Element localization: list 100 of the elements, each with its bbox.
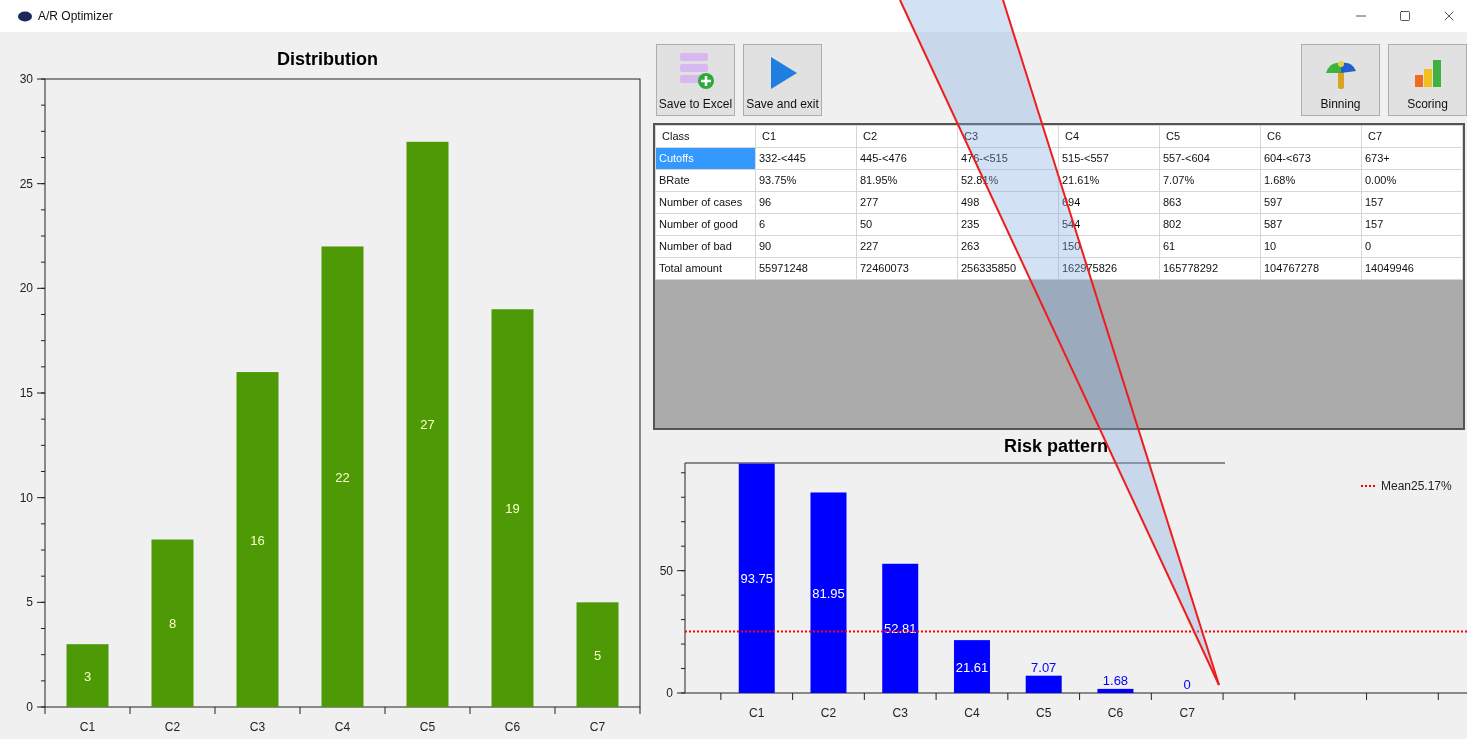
- legend-label: Mean25.17%: [1381, 479, 1452, 493]
- data-label: 19: [505, 501, 520, 517]
- table-cell: 557-<604: [1159, 147, 1261, 170]
- column-header[interactable]: Class: [655, 125, 756, 148]
- table-cell: 157: [1361, 191, 1463, 214]
- data-label: 7.07: [1031, 659, 1057, 675]
- tick-label: 15: [19, 386, 33, 400]
- data-label: 52.81: [883, 621, 917, 637]
- chart-title: Distribution: [277, 48, 378, 71]
- category-label: C2: [164, 720, 181, 734]
- category-label: C3: [892, 706, 908, 720]
- data-label: 1.68: [1102, 672, 1129, 688]
- column-header[interactable]: C4: [1058, 125, 1160, 148]
- table-cell: 157: [1361, 213, 1463, 236]
- category-label: C7: [589, 720, 606, 734]
- data-label: 3: [83, 668, 92, 684]
- table-cell: 81.95%: [856, 169, 958, 192]
- bar: [1025, 675, 1062, 693]
- table-cell: 263: [957, 235, 1059, 258]
- table-cell: 72460073: [856, 257, 958, 280]
- column-header[interactable]: C3: [957, 125, 1059, 148]
- table-cell: 235: [957, 213, 1059, 236]
- tick-label: 0: [26, 700, 33, 714]
- data-label: 81.95: [812, 585, 845, 601]
- column-header[interactable]: C7: [1361, 125, 1463, 148]
- data-label: 8: [168, 616, 177, 632]
- category-label: C5: [419, 720, 436, 734]
- table-cell: 0.00%: [1361, 169, 1463, 192]
- table-cell: 7.07%: [1159, 169, 1261, 192]
- table-cell: 10: [1260, 235, 1362, 258]
- row-header[interactable]: Number of cases: [655, 191, 756, 214]
- table-cell: 515-<557: [1058, 147, 1160, 170]
- category-label: C6: [504, 720, 521, 734]
- category-label: C7: [1179, 706, 1195, 720]
- table-cell: 277: [856, 191, 958, 214]
- tick-label: 10: [19, 490, 33, 505]
- tick-label: 5: [26, 595, 33, 610]
- data-label: 16: [250, 532, 265, 548]
- table-cell: 227: [856, 235, 958, 258]
- row-header[interactable]: BRate: [655, 169, 756, 192]
- row-header[interactable]: Total amount: [655, 257, 756, 280]
- column-header[interactable]: C5: [1159, 125, 1261, 148]
- table-cell: 165778292: [1159, 257, 1261, 280]
- data-label: 93.75: [740, 571, 773, 587]
- maximize-icon[interactable]: [1399, 10, 1411, 22]
- data-label: 0: [1183, 677, 1191, 692]
- category-label: C6: [1107, 706, 1124, 720]
- column-header[interactable]: C1: [755, 125, 857, 148]
- table-cell: 104767278: [1260, 257, 1362, 280]
- table-cell: 14049946: [1361, 257, 1463, 280]
- table-cell: 445-<476: [856, 147, 958, 170]
- category-label: C2: [820, 706, 837, 720]
- column-header[interactable]: C2: [856, 125, 958, 148]
- tick-label: 30: [19, 72, 33, 86]
- table-cell: 61: [1159, 235, 1261, 258]
- table-cell: 604-<673: [1260, 147, 1362, 170]
- tick-label: 50: [659, 563, 673, 578]
- legend-line: [1360, 485, 1378, 487]
- table-cell: 673+: [1361, 147, 1463, 170]
- toolbar-button[interactable]: Save and exit: [743, 44, 822, 116]
- table-cell: 21.61%: [1058, 169, 1160, 192]
- data-label: 5: [593, 647, 602, 663]
- row-header[interactable]: Number of good: [655, 213, 756, 236]
- data-label: 27: [420, 417, 435, 433]
- table-cell: 587: [1260, 213, 1362, 236]
- row-header[interactable]: Number of bad: [655, 235, 756, 258]
- data-label: 21.61: [955, 659, 989, 675]
- window-title: A/R Optimizer: [38, 8, 113, 25]
- table-cell: 90: [755, 235, 857, 258]
- table-cell: 332-<445: [755, 147, 857, 170]
- category-label: C1: [79, 720, 96, 734]
- category-label: C4: [334, 720, 351, 734]
- table-cell: 6: [755, 213, 857, 236]
- toolbar-button[interactable]: Binning: [1301, 44, 1380, 116]
- table-cell: 256335850: [957, 257, 1059, 280]
- table-cell: 96: [755, 191, 857, 214]
- category-label: C1: [749, 706, 765, 720]
- table-cell: 1.68%: [1260, 169, 1362, 192]
- table-cell: 863: [1159, 191, 1261, 214]
- app-icon: [18, 10, 32, 22]
- table-cell: 55971248: [755, 257, 857, 280]
- tick-label: 25: [19, 176, 33, 191]
- bar: [953, 640, 990, 693]
- table-cell: 150: [1058, 235, 1160, 258]
- toolbar-button[interactable]: Save to Excel: [656, 44, 735, 116]
- bar: [66, 644, 109, 707]
- chart-title: Risk pattern: [1004, 435, 1108, 458]
- table-cell: 597: [1260, 191, 1362, 214]
- category-label: C3: [249, 720, 266, 734]
- column-header[interactable]: C6: [1260, 125, 1362, 148]
- table-cell: 0: [1361, 235, 1463, 258]
- category-label: C4: [964, 706, 980, 720]
- data-label: 22: [335, 469, 350, 485]
- tick-label: 20: [19, 281, 33, 296]
- table-cell: 50: [856, 213, 958, 236]
- tick-label: 0: [666, 686, 673, 700]
- table-cell: 802: [1159, 213, 1261, 236]
- toolbar-button[interactable]: Scoring: [1388, 44, 1467, 116]
- table-cell: 498: [957, 191, 1059, 214]
- table-cell: 93.75%: [755, 169, 857, 192]
